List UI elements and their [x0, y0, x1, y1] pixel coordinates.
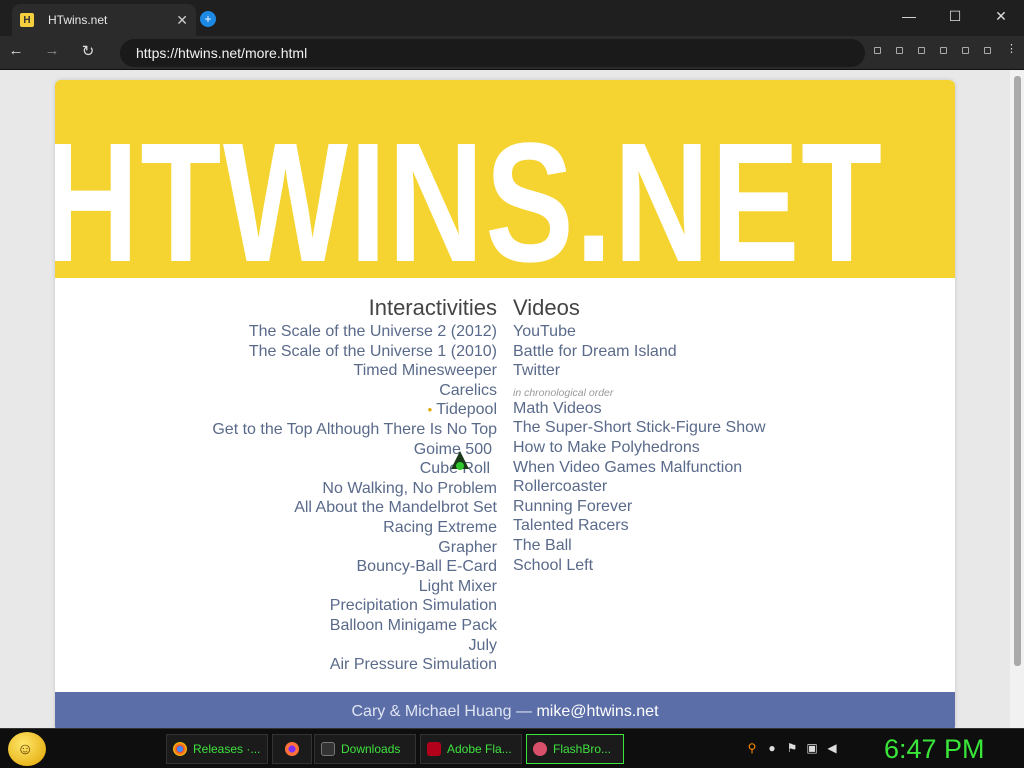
interactivity-link[interactable]: • Tidepool [212, 400, 497, 420]
search-icon[interactable]: ⚲ [745, 741, 759, 755]
interactivity-link-label: Tidepool [436, 401, 497, 419]
system-tray: ⚲ ● ⚑ ▣ ◀ [745, 741, 839, 755]
site-footer: Cary & Michael Huang — mike@htwins.net [55, 692, 955, 728]
video-link[interactable]: Talented Racers [513, 516, 766, 536]
browser-toolbar: ← → ↻ https://htwins.net/more.html ⋮ [0, 36, 1024, 70]
video-link[interactable]: How to Make Polyhedrons [513, 438, 766, 458]
chat-icon[interactable]: ● [765, 741, 779, 755]
interactivity-link[interactable]: Cube Roll [212, 459, 490, 479]
interactivity-link[interactable]: Racing Extreme [212, 518, 497, 538]
taskbar-item-label: Downloads [341, 742, 401, 756]
chronological-note: in chronological order [513, 386, 614, 399]
extension-icon[interactable] [918, 47, 925, 54]
minimize-button[interactable]: — [894, 8, 924, 24]
interactivity-link[interactable]: All About the Mandelbrot Set [212, 498, 497, 518]
video-link[interactable]: The Ball [513, 536, 766, 556]
firefox-icon [285, 742, 299, 756]
flashbrowser-icon [533, 742, 547, 756]
taskbar-item-label: Adobe Fla... [447, 742, 512, 756]
video-link[interactable]: YouTube [513, 322, 766, 342]
taskbar-clock[interactable]: 6:47 PM [884, 733, 985, 765]
footer-email-link[interactable]: mike@htwins.net [536, 703, 658, 720]
video-link[interactable]: Twitter [513, 361, 766, 381]
taskbar: ☺ Releases ·... Downloads Adobe Fla... F… [0, 728, 1024, 768]
extension-icon[interactable] [874, 47, 881, 54]
interactivities-heading: Interactivities [368, 295, 497, 320]
interactivity-link[interactable]: Grapher [212, 538, 497, 558]
interactivity-link[interactable]: Carelics [212, 381, 497, 401]
extension-icon[interactable] [940, 47, 947, 54]
mouse-cursor-icon [451, 451, 469, 470]
taskbar-item-releases[interactable]: Releases ·... [166, 734, 268, 764]
interactivity-link[interactable]: Balloon Minigame Pack [212, 616, 497, 636]
smiley-icon: ☺ [17, 741, 34, 758]
interactivity-link[interactable]: Air Pressure Simulation [212, 655, 497, 675]
new-tab-icon[interactable]: + [200, 11, 216, 27]
favicon-icon: H [20, 13, 34, 27]
video-link[interactable]: Battle for Dream Island [513, 342, 766, 362]
videos-column: Videos YouTube Battle for Dream Island T… [513, 294, 766, 575]
video-link[interactable]: Rollercoaster [513, 477, 766, 497]
interactivity-link[interactable]: July [212, 636, 497, 656]
page-viewport: HTWINS.NET Interactivities The Scale of … [0, 70, 1024, 728]
video-link[interactable]: Running Forever [513, 497, 766, 517]
browser-tab[interactable]: H HTwins.net ✕ [12, 4, 196, 36]
tab-title: HTwins.net [48, 13, 108, 27]
maximize-button[interactable]: ☐ [940, 8, 970, 25]
forward-icon[interactable]: → [41, 42, 63, 59]
video-link[interactable]: Math Videos [513, 399, 766, 419]
address-bar[interactable]: https://htwins.net/more.html [120, 39, 865, 67]
video-link[interactable]: The Super-Short Stick-Figure Show [513, 418, 766, 438]
flag-icon[interactable]: ⚑ [785, 741, 799, 755]
chrome-icon [173, 742, 187, 756]
interactivity-link[interactable]: Get to the Top Although There Is No Top [212, 420, 497, 440]
volume-icon[interactable]: ◀ [825, 741, 839, 755]
menu-icon[interactable]: ⋮ [1006, 44, 1017, 55]
interactivity-link[interactable]: The Scale of the Universe 2 (2012) [212, 322, 497, 342]
interactivities-column: Interactivities The Scale of the Univers… [212, 294, 497, 675]
interactivity-link[interactable]: Timed Minesweeper [212, 361, 497, 381]
taskbar-item-adobe-flash[interactable]: Adobe Fla... [420, 734, 522, 764]
new-marker-icon: • [427, 402, 433, 418]
start-button[interactable]: ☺ [8, 732, 46, 766]
back-icon[interactable]: ← [5, 42, 27, 59]
extension-icon[interactable] [984, 47, 991, 54]
extension-icon[interactable] [896, 47, 903, 54]
network-icon[interactable]: ▣ [805, 741, 819, 755]
interactivity-link[interactable]: Precipitation Simulation [212, 596, 497, 616]
content-card: HTWINS.NET Interactivities The Scale of … [55, 80, 955, 728]
interactivity-link[interactable]: The Scale of the Universe 1 (2010) [212, 342, 497, 362]
tab-close-icon[interactable]: ✕ [176, 12, 188, 29]
interactivity-link[interactable]: Light Mixer [212, 577, 497, 597]
close-window-button[interactable]: ✕ [986, 8, 1016, 25]
footer-authors: Cary & Michael Huang — [351, 703, 537, 720]
reload-icon[interactable]: ↻ [77, 42, 99, 60]
video-link[interactable]: When Video Games Malfunction [513, 458, 766, 478]
taskbar-item-firefox[interactable] [272, 734, 312, 764]
taskbar-item-label: FlashBro... [553, 742, 612, 756]
page-scrollbar[interactable] [1010, 70, 1024, 728]
site-logo-text: HTWINS.NET [55, 108, 884, 298]
interactivity-link[interactable]: Bouncy-Ball E-Card [212, 557, 498, 577]
folder-icon [321, 742, 335, 756]
videos-heading: Videos [513, 295, 580, 320]
tab-bar: H HTwins.net ✕ + — ☐ ✕ [0, 0, 1024, 36]
site-banner: HTWINS.NET [55, 80, 955, 288]
taskbar-item-flashbrowser[interactable]: FlashBro... [526, 734, 624, 764]
taskbar-item-downloads[interactable]: Downloads [314, 734, 416, 764]
extension-icon[interactable] [962, 47, 969, 54]
flash-icon [427, 742, 441, 756]
interactivity-link[interactable]: No Walking, No Problem [212, 479, 497, 499]
taskbar-item-label: Releases ·... [193, 742, 261, 756]
scrollbar-thumb[interactable] [1014, 76, 1021, 666]
video-link[interactable]: School Left [513, 556, 766, 576]
